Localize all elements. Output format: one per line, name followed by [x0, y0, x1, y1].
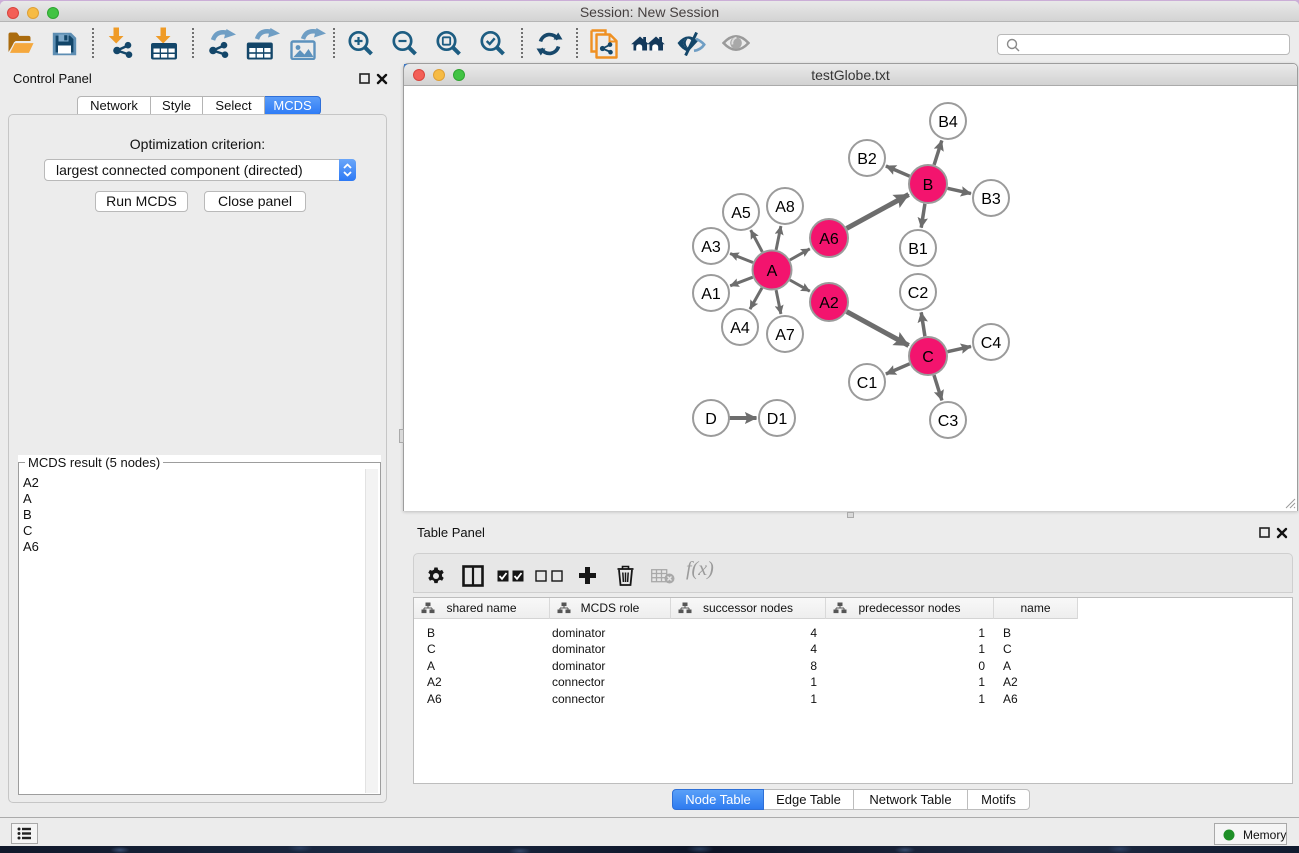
- svg-text:B1: B1: [908, 241, 928, 258]
- svg-text:C3: C3: [938, 413, 959, 430]
- svg-text:C1: C1: [857, 375, 878, 392]
- svg-text:B2: B2: [857, 151, 877, 168]
- svg-text:A7: A7: [775, 327, 795, 344]
- svg-text:A1: A1: [701, 286, 721, 303]
- svg-text:B3: B3: [981, 191, 1001, 208]
- svg-text:A: A: [767, 263, 778, 280]
- svg-text:A8: A8: [775, 199, 795, 216]
- svg-text:A3: A3: [701, 239, 721, 256]
- svg-text:D: D: [705, 411, 717, 428]
- svg-text:A4: A4: [730, 320, 750, 337]
- svg-text:B: B: [923, 177, 934, 194]
- svg-text:A6: A6: [819, 231, 839, 248]
- svg-text:C4: C4: [981, 335, 1002, 352]
- svg-text:D1: D1: [767, 411, 788, 428]
- svg-text:C: C: [922, 349, 934, 366]
- svg-text:A2: A2: [819, 295, 839, 312]
- svg-text:C2: C2: [908, 285, 929, 302]
- svg-text:B4: B4: [938, 114, 958, 131]
- svg-text:A5: A5: [731, 205, 751, 222]
